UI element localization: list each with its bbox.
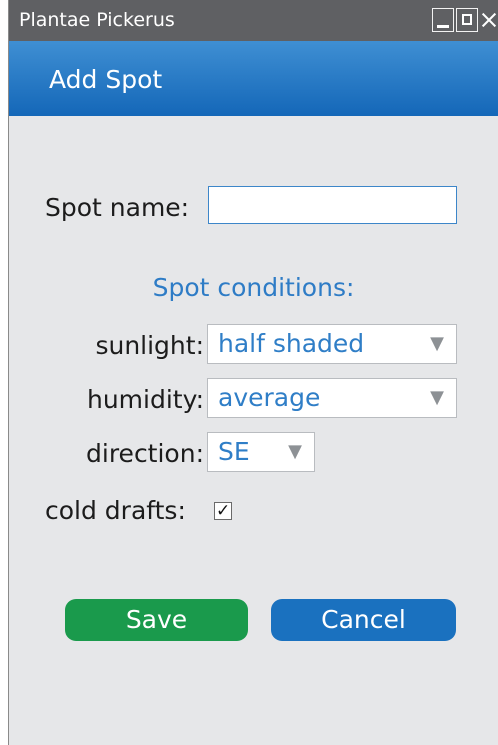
humidity-value: average <box>218 383 321 412</box>
triangle-down-icon: ▼ <box>430 387 444 408</box>
window-controls <box>432 8 498 32</box>
maximize-icon[interactable] <box>456 8 478 32</box>
triangle-down-icon: ▼ <box>288 441 302 462</box>
direction-select[interactable]: SE ▼ <box>207 432 315 472</box>
sunlight-select[interactable]: half shaded ▼ <box>207 324 457 364</box>
checkmark-icon: ✓ <box>216 501 231 521</box>
humidity-label: humidity: <box>86 385 204 414</box>
humidity-select[interactable]: average ▼ <box>207 378 457 418</box>
sunlight-value: half shaded <box>218 329 365 358</box>
spot-name-input[interactable] <box>208 186 457 224</box>
sunlight-label: sunlight: <box>95 331 204 360</box>
cancel-button[interactable]: Cancel <box>271 599 456 641</box>
page-title: Add Spot <box>49 65 163 94</box>
page-header: Add Spot <box>9 41 498 116</box>
app-window: Plantae Pickerus Add Spot Spot name: Spo… <box>8 0 498 745</box>
title-bar[interactable]: Plantae Pickerus <box>9 0 498 41</box>
direction-label: direction: <box>86 439 204 468</box>
cold-drafts-checkbox[interactable]: ✓ <box>214 501 232 521</box>
save-button[interactable]: Save <box>65 599 248 641</box>
direction-value: SE <box>218 437 250 466</box>
triangle-down-icon: ▼ <box>430 333 444 354</box>
cold-drafts-label: cold drafts: <box>45 496 186 525</box>
spot-name-label: Spot name: <box>45 193 190 222</box>
minimize-icon[interactable] <box>432 8 454 32</box>
close-icon[interactable] <box>480 8 498 32</box>
app-title: Plantae Pickerus <box>19 9 175 31</box>
spot-conditions-title: Spot conditions: <box>152 273 355 302</box>
